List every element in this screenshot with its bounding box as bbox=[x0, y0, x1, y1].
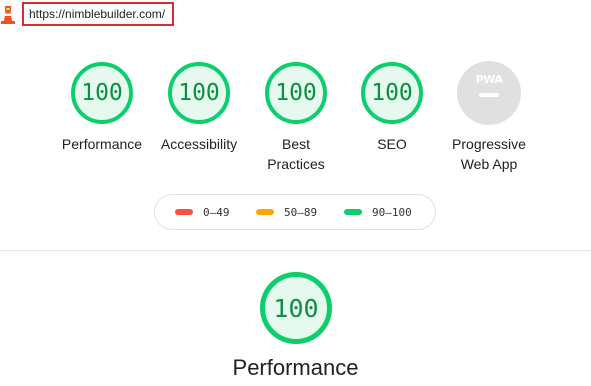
performance-section-gauge: 100 bbox=[259, 271, 333, 345]
legend-item-average: 50–89 bbox=[256, 195, 317, 229]
legend-range: 0–49 bbox=[203, 205, 230, 219]
legend-swatch-average bbox=[256, 209, 274, 215]
section-divider bbox=[0, 250, 591, 251]
performance-section-score: 100 bbox=[273, 293, 319, 323]
gauge-score: 100 bbox=[178, 80, 220, 106]
legend-range: 90–100 bbox=[372, 205, 412, 219]
legend-swatch-pass bbox=[344, 209, 362, 215]
performance-section-title: Performance bbox=[232, 355, 359, 380]
gauge-label-pwa: Progressive Web App bbox=[429, 134, 549, 174]
legend-swatch-fail bbox=[175, 209, 193, 215]
gauge-seo[interactable]: 100 bbox=[360, 61, 424, 125]
legend-item-pass: 90–100 bbox=[344, 195, 412, 229]
pwa-badge-text: PWA bbox=[475, 73, 503, 86]
lighthouse-icon bbox=[1, 6, 15, 24]
gauge-accessibility[interactable]: 100 bbox=[167, 61, 231, 125]
gauge-label-line: Practices bbox=[267, 156, 325, 172]
legend-item-fail: 0–49 bbox=[175, 195, 230, 229]
gauge-score: 100 bbox=[275, 80, 317, 106]
gauge-score: 100 bbox=[81, 80, 123, 106]
gauge-performance[interactable]: 100 bbox=[70, 61, 134, 125]
report-url-text: https://nimblebuilder.com/ bbox=[29, 7, 166, 21]
score-scale-legend: 0–49 50–89 90–100 bbox=[154, 194, 436, 230]
gauge-label-line: Progressive bbox=[452, 136, 526, 152]
gauge-label-line: Web App bbox=[460, 156, 518, 172]
gauge-best-practices[interactable]: 100 bbox=[264, 61, 328, 125]
pwa-dash-icon bbox=[479, 93, 499, 97]
pwa-badge[interactable]: PWA bbox=[457, 61, 521, 125]
report-url-link[interactable]: https://nimblebuilder.com/ bbox=[22, 2, 174, 26]
gauge-score: 100 bbox=[371, 80, 413, 106]
legend-range: 50–89 bbox=[284, 205, 318, 219]
report-header: https://nimblebuilder.com/ bbox=[0, 0, 591, 30]
